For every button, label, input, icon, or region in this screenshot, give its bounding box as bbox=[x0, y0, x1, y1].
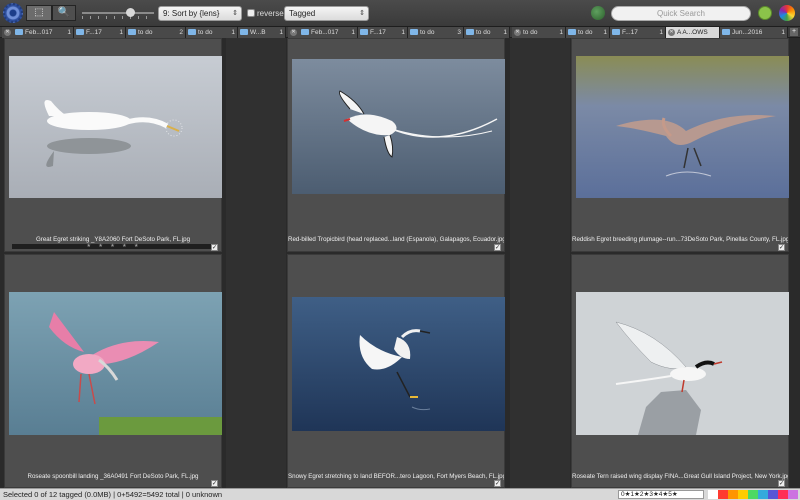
thumbnail-cell[interactable]: Great Egret striking _Y8A2060 Fort DeSot… bbox=[4, 38, 222, 252]
close-icon[interactable]: ✕ bbox=[514, 29, 521, 36]
tern-photo bbox=[576, 292, 789, 435]
tab[interactable]: to do 1 bbox=[464, 27, 510, 38]
tab[interactable]: to do 3 bbox=[408, 27, 464, 38]
reddish-egret-photo bbox=[576, 56, 789, 198]
select-checkbox[interactable]: ✓ bbox=[494, 480, 501, 487]
slider-knob[interactable] bbox=[126, 8, 135, 17]
select-checkbox[interactable]: ✓ bbox=[494, 244, 501, 251]
status-text: Selected 0 of 12 tagged (0.0MB) | 0+5492… bbox=[3, 490, 223, 499]
tag-filter-label: Tagged bbox=[289, 9, 316, 18]
zoom-tool-button[interactable]: 🔍 bbox=[52, 5, 76, 21]
tab[interactable]: to do 1 bbox=[186, 27, 238, 38]
color-swatch-yellow[interactable] bbox=[738, 490, 748, 499]
column-gap bbox=[226, 38, 286, 488]
thumbnail-size-slider[interactable] bbox=[82, 8, 154, 19]
tab[interactable]: ✕ to do 1 bbox=[512, 27, 566, 38]
green-status-button[interactable] bbox=[758, 6, 772, 20]
color-swatch-pink[interactable] bbox=[778, 490, 788, 499]
globe-icon[interactable] bbox=[591, 6, 605, 20]
star-rating[interactable]: ★ ★ ★ ★ ★ bbox=[12, 244, 216, 249]
folder-icon bbox=[128, 29, 136, 35]
select-checkbox[interactable]: ✓ bbox=[778, 480, 785, 487]
photo-caption: Snowy Egret stretching to land BEFOR...t… bbox=[288, 473, 504, 480]
tab[interactable]: F...17 1 bbox=[610, 27, 666, 38]
color-swatch-indigo[interactable] bbox=[768, 490, 778, 499]
tab[interactable]: to do 2 bbox=[126, 27, 186, 38]
folder-icon bbox=[188, 29, 196, 35]
color-label-filter[interactable] bbox=[708, 490, 798, 499]
thumbnail-cell[interactable]: Reddish Egret breeding plumage--run...73… bbox=[571, 38, 789, 252]
color-swatch-white[interactable] bbox=[708, 490, 718, 499]
rating-filter[interactable]: 0★1★2★3★4★5★ bbox=[618, 490, 704, 499]
color-swatch-purple[interactable] bbox=[788, 490, 798, 499]
thumbnail-cell[interactable]: Snowy Egret stretching to land BEFOR...t… bbox=[287, 254, 505, 488]
reverse-checkbox[interactable] bbox=[247, 9, 255, 17]
status-bar: Selected 0 of 12 tagged (0.0MB) | 0+5492… bbox=[0, 488, 800, 500]
tab-bar: ✕ Feb...017 1 F...17 1 to do 2 to do 1 W...B 1… bbox=[0, 27, 800, 38]
thumbnail-grid: Great Egret striking _Y8A2060 Fort DeSot… bbox=[0, 38, 800, 488]
folder-icon bbox=[410, 29, 418, 35]
add-tab-button[interactable]: + bbox=[790, 28, 798, 36]
color-swatch-blue[interactable] bbox=[758, 490, 768, 499]
column-gap bbox=[510, 38, 570, 488]
thumbnail-cell[interactable]: Roseate spoonbill landing _36A0491 Fort … bbox=[4, 254, 222, 488]
folder-icon bbox=[722, 29, 730, 35]
tab[interactable]: ✕ Feb...017 1 bbox=[2, 27, 74, 38]
tab-active[interactable]: ✕ A A...OWS bbox=[666, 27, 720, 38]
close-icon[interactable]: ✕ bbox=[668, 29, 675, 36]
folder-icon bbox=[240, 29, 248, 35]
select-checkbox[interactable]: ✓ bbox=[778, 244, 785, 251]
folder-icon bbox=[360, 29, 368, 35]
chevron-updown-icon: ⇕ bbox=[359, 10, 365, 17]
folder-icon bbox=[612, 29, 620, 35]
select-checkbox[interactable]: ✓ bbox=[211, 244, 218, 251]
color-wheel-icon[interactable] bbox=[779, 5, 795, 21]
chevron-updown-icon: ⇕ bbox=[232, 10, 238, 17]
photo-caption: Great Egret striking _Y8A2060 Fort DeSot… bbox=[35, 236, 191, 243]
tropicbird-photo bbox=[292, 59, 505, 194]
thumbnail-cell[interactable]: Red-billed Tropicbird (head replaced...l… bbox=[287, 38, 505, 252]
magnifier-icon: 🔍 bbox=[57, 7, 71, 18]
tab[interactable]: ✕ Feb...017 1 bbox=[288, 27, 358, 38]
reverse-label: reverse bbox=[257, 9, 284, 18]
photo-caption: Reddish Egret breeding plumage--run...73… bbox=[572, 236, 788, 243]
folder-icon bbox=[466, 29, 474, 35]
quick-search-input[interactable]: Quick Search bbox=[611, 6, 751, 21]
spoonbill-photo bbox=[9, 292, 222, 435]
egret-photo bbox=[9, 56, 222, 198]
tab[interactable]: Jun...2016 1 bbox=[720, 27, 788, 38]
snowy-egret-photo bbox=[292, 297, 505, 431]
photo-caption: Roseate Tern raised wing display FINA...… bbox=[572, 473, 788, 480]
toolbar: ⬚ 🔍 9: Sort by {lens} ⇕ reverse Tagged ⇕… bbox=[0, 0, 800, 27]
color-swatch-green[interactable] bbox=[748, 490, 758, 499]
cursor-icon: ⬚ bbox=[34, 7, 44, 18]
tag-filter-select[interactable]: Tagged ⇕ bbox=[284, 6, 369, 21]
folder-icon bbox=[301, 29, 309, 35]
select-checkbox[interactable]: ✓ bbox=[211, 480, 218, 487]
sort-select[interactable]: 9: Sort by {lens} ⇕ bbox=[158, 6, 242, 21]
gear-icon[interactable] bbox=[3, 3, 23, 23]
search-placeholder: Quick Search bbox=[656, 9, 706, 18]
thumbnail-cell[interactable]: Roseate Tern raised wing display FINA...… bbox=[571, 254, 789, 488]
photo-caption: Roseate spoonbill landing _36A0491 Fort … bbox=[27, 473, 199, 480]
close-icon[interactable]: ✕ bbox=[290, 29, 297, 36]
color-swatch-red[interactable] bbox=[718, 490, 728, 499]
tab[interactable]: F...17 1 bbox=[358, 27, 408, 38]
tab[interactable]: F...17 1 bbox=[74, 27, 126, 38]
tab[interactable]: to do 1 bbox=[566, 27, 610, 38]
select-tool-button[interactable]: ⬚ bbox=[26, 5, 52, 21]
tab[interactable]: W...B 1 bbox=[238, 27, 286, 38]
close-icon[interactable]: ✕ bbox=[4, 29, 11, 36]
folder-icon bbox=[15, 29, 23, 35]
photo-caption: Red-billed Tropicbird (head replaced...l… bbox=[288, 236, 504, 243]
folder-icon bbox=[76, 29, 84, 35]
slider-ticks bbox=[82, 16, 154, 19]
color-swatch-orange[interactable] bbox=[728, 490, 738, 499]
folder-icon bbox=[568, 29, 576, 35]
sort-label: 9: Sort by {lens} bbox=[163, 9, 220, 18]
